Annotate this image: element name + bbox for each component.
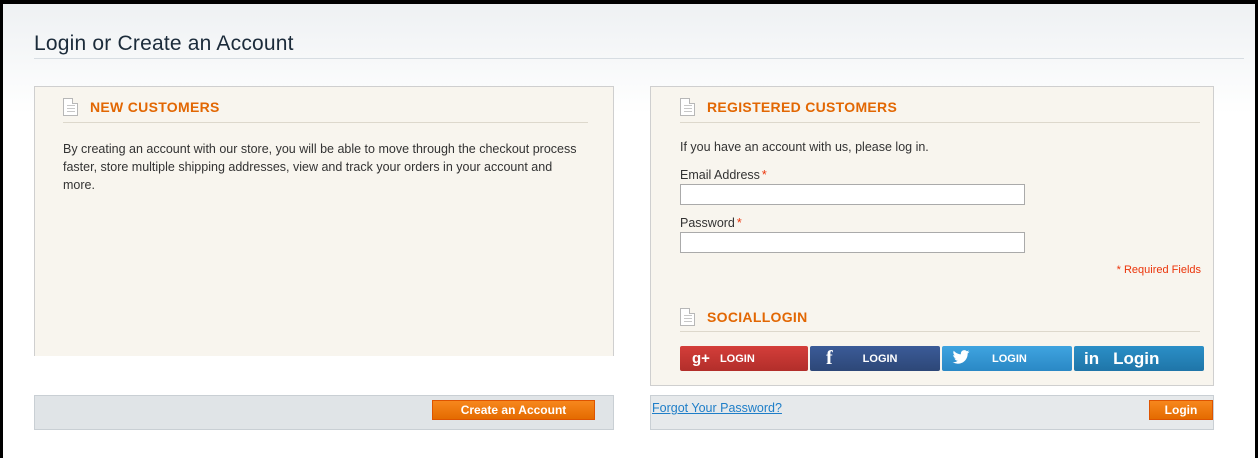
social-login-header: SOCIALLOGIN bbox=[680, 308, 808, 326]
google-plus-icon: g+ bbox=[692, 350, 710, 367]
registered-customers-title: REGISTERED CUSTOMERS bbox=[707, 99, 898, 115]
title-divider bbox=[34, 58, 1244, 59]
forgot-password-link[interactable]: Forgot Your Password? bbox=[652, 401, 782, 415]
email-label: Email Address * bbox=[680, 168, 767, 182]
email-field[interactable] bbox=[680, 184, 1025, 205]
page-title: Login or Create an Account bbox=[34, 32, 294, 55]
new-customers-divider bbox=[63, 122, 588, 123]
google-plus-login-button[interactable]: g+ LOGIN bbox=[680, 346, 808, 371]
required-fields-note: * Required Fields bbox=[1116, 264, 1201, 276]
twitter-icon bbox=[952, 349, 970, 368]
new-customers-panel bbox=[34, 86, 614, 356]
social-login-buttons: g+ LOGIN f LOGIN LOGIN in Login bbox=[680, 346, 1204, 371]
new-customers-title: NEW CUSTOMERS bbox=[90, 99, 220, 115]
registered-intro-text: If you have an account with us, please l… bbox=[680, 140, 929, 154]
twitter-login-button[interactable]: LOGIN bbox=[942, 346, 1072, 371]
password-label: Password * bbox=[680, 216, 742, 230]
social-login-divider bbox=[680, 331, 1200, 332]
registered-customers-header: REGISTERED CUSTOMERS bbox=[680, 98, 897, 116]
required-asterisk: * bbox=[761, 168, 767, 182]
create-account-button[interactable]: Create an Account bbox=[432, 400, 595, 420]
registered-customers-divider bbox=[680, 122, 1200, 123]
new-customers-header: NEW CUSTOMERS bbox=[63, 98, 220, 116]
required-asterisk: * bbox=[736, 216, 742, 230]
document-icon bbox=[680, 308, 695, 326]
login-button[interactable]: Login bbox=[1149, 400, 1213, 420]
facebook-icon: f bbox=[826, 347, 833, 369]
new-customers-description: By creating an account with our store, y… bbox=[63, 142, 577, 192]
password-field[interactable] bbox=[680, 232, 1025, 253]
document-icon bbox=[63, 98, 78, 116]
facebook-login-button[interactable]: f LOGIN bbox=[810, 346, 940, 371]
social-login-title: SOCIALLOGIN bbox=[707, 309, 808, 325]
document-icon bbox=[680, 98, 695, 116]
linkedin-login-button[interactable]: in Login bbox=[1074, 346, 1204, 371]
linkedin-icon: in bbox=[1084, 348, 1100, 368]
